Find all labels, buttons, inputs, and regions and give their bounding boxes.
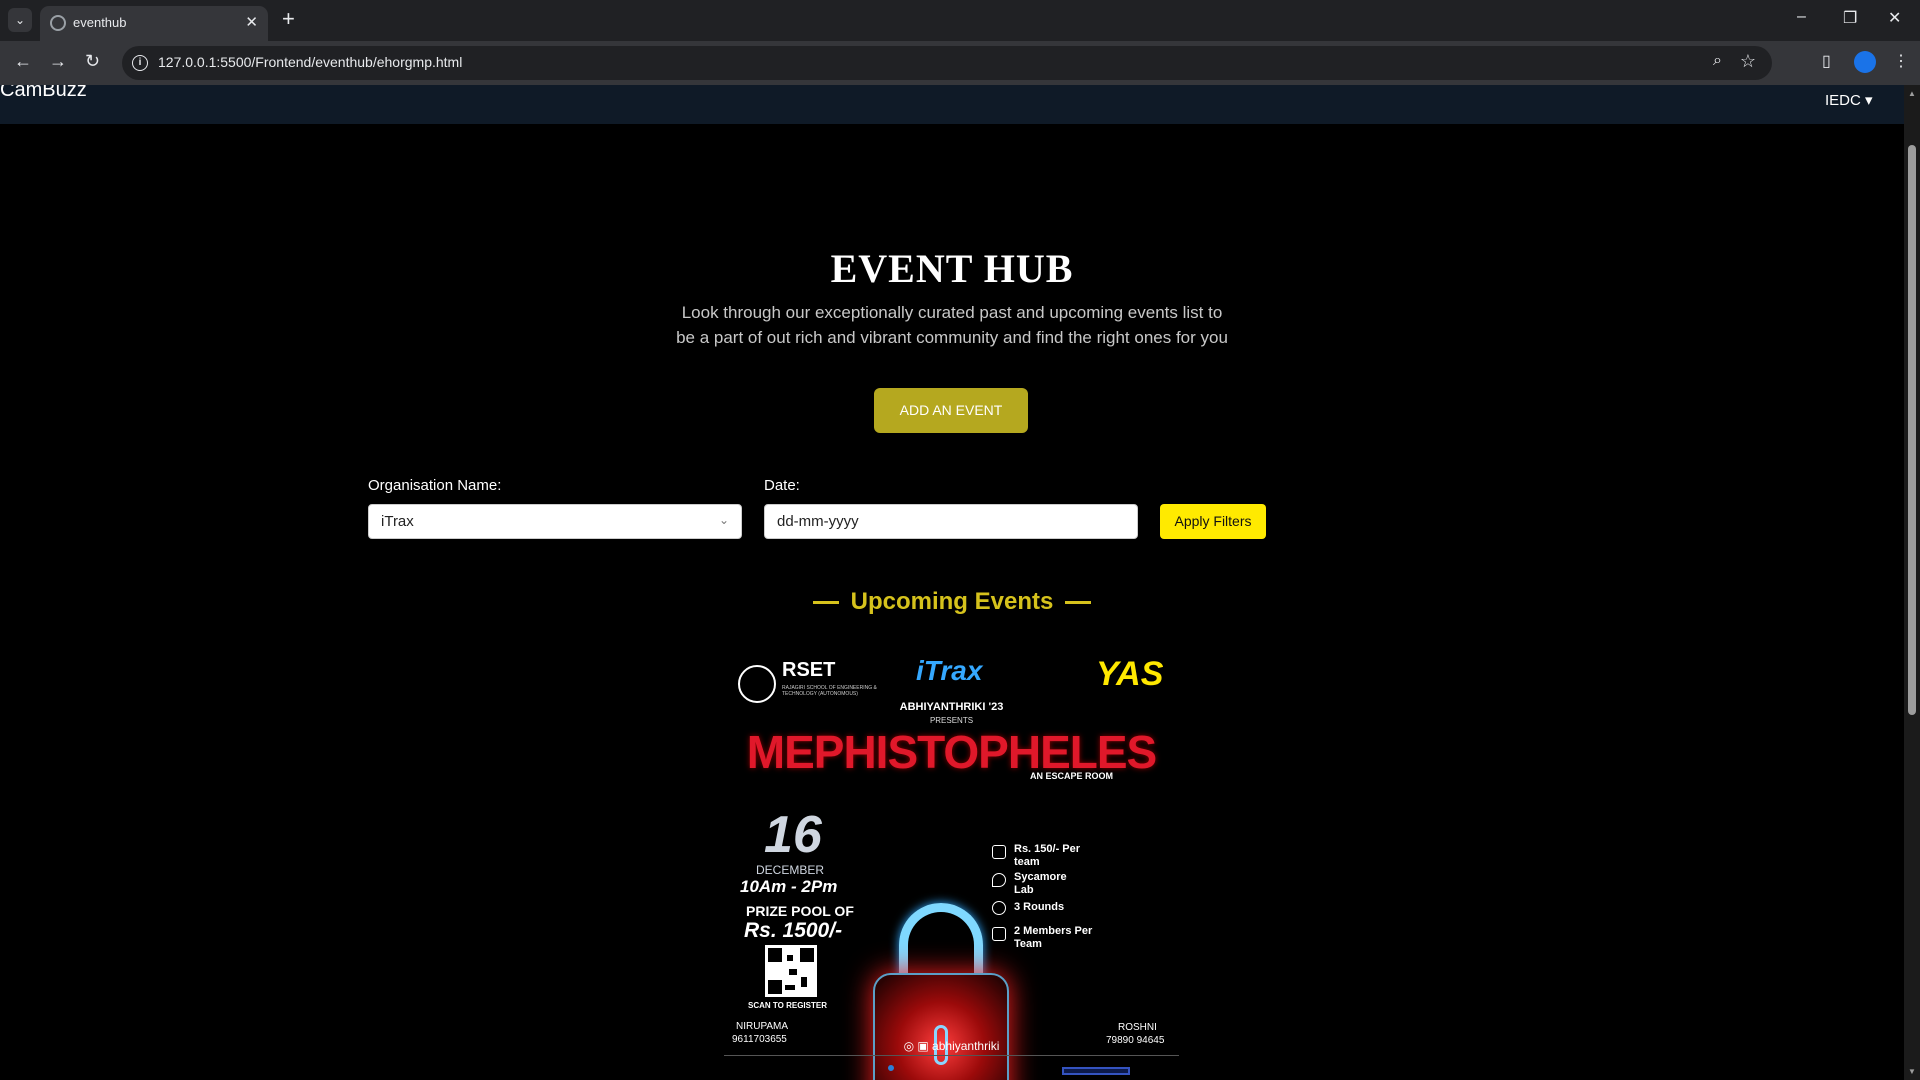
- site-navbar: CamBuzz IEDC ▾: [0, 85, 1904, 124]
- poster-prize-line2: Rs. 1500/-: [744, 919, 843, 942]
- poster-instagram-handle: abhiyanthriki: [932, 1039, 1000, 1053]
- heading-dash-left: [812, 601, 839, 605]
- close-icon[interactable]: ✕: [245, 13, 258, 31]
- poster-instagram: ◎ ▣ abhiyanthriki: [903, 1039, 1000, 1053]
- rset-seal-icon: [738, 665, 776, 703]
- date-input-placeholder: dd-mm-yyyy: [777, 513, 859, 530]
- qr-code-icon: [765, 945, 817, 997]
- star-icon[interactable]: ☆: [1740, 51, 1756, 72]
- poster-scan: SCAN TO REGISTER: [748, 1001, 827, 1010]
- url-text[interactable]: 127.0.0.1:5500/Frontend/eventhub/ehorgmp…: [158, 54, 462, 70]
- scroll-down-icon[interactable]: ▼: [1908, 1067, 1916, 1076]
- upcoming-events-title: Upcoming Events: [850, 588, 1054, 615]
- zoom-icon[interactable]: ⌕: [1713, 52, 1722, 70]
- poster-month: DECEMBER: [756, 863, 825, 877]
- info-icon[interactable]: i: [132, 55, 148, 71]
- upcoming-events-heading: Upcoming Events: [0, 588, 1904, 616]
- reload-icon[interactable]: ↻: [85, 51, 100, 72]
- ticket-icon: [992, 845, 1006, 859]
- poster-subtitle: AN ESCAPE ROOM: [1030, 771, 1114, 781]
- tab-list-icon[interactable]: ⌄: [8, 8, 32, 32]
- location-icon: [992, 873, 1006, 887]
- poster-members: 2 Members Per Team: [1014, 925, 1093, 950]
- page-title: EVENT HUB: [830, 246, 1074, 291]
- poster-rset: RSET: [782, 659, 836, 681]
- new-tab-icon[interactable]: +: [282, 8, 295, 30]
- poster-rset-sub: RAJAGIRI SCHOOL OF ENGINEERING & TECHNOL…: [782, 685, 877, 697]
- extension-icon[interactable]: [1854, 51, 1876, 73]
- restore-icon[interactable]: ❐: [1843, 8, 1857, 28]
- event-poster[interactable]: RSET RAJAGIRI SCHOOL OF ENGINEERING & TE…: [724, 655, 1179, 1080]
- date-filter-label: Date:: [764, 477, 800, 494]
- chevron-down-icon: ⌄: [718, 513, 729, 527]
- poster-day: 16: [764, 806, 822, 864]
- poster-venue: Sycamore Lab: [1014, 871, 1067, 896]
- org-dropdown[interactable]: IEDC ▾: [1825, 91, 1873, 109]
- poster-fee: Rs. 150/- Per team: [1014, 843, 1081, 868]
- scroll-thumb[interactable]: [1908, 145, 1916, 715]
- add-event-button[interactable]: ADD AN EVENT: [874, 388, 1028, 433]
- poster-rounds: 3 Rounds: [1014, 901, 1065, 913]
- page-subtitle: Look through our exceptionally curated p…: [676, 303, 1228, 347]
- poster-divider: [724, 1055, 1179, 1056]
- forward-icon[interactable]: →: [49, 51, 67, 72]
- poster-dot: [888, 1065, 894, 1071]
- browser-tab-bar: ⌄ eventhub ✕ + – ❐ ✕: [0, 0, 1920, 41]
- heading-dash-right: [1065, 601, 1092, 605]
- poster-yas-logo: YAS: [1096, 655, 1164, 693]
- menu-icon[interactable]: ⋮: [1893, 51, 1909, 71]
- poster-presents: PRESENTS: [929, 716, 974, 725]
- poster-itrax-logo: iTrax: [916, 655, 983, 686]
- poster-abhiyanthriki: ABHIYANTHRIKI '23: [899, 701, 1004, 713]
- poster-time: 10Am - 2Pm: [740, 877, 838, 896]
- org-select-value: iTrax: [381, 513, 414, 530]
- close-window-icon[interactable]: ✕: [1888, 8, 1901, 28]
- back-icon[interactable]: ←: [14, 51, 32, 72]
- members-icon: [992, 927, 1006, 941]
- minimize-icon[interactable]: –: [1797, 8, 1806, 26]
- scroll-up-icon[interactable]: ▲: [1908, 89, 1916, 98]
- address-bar[interactable]: i 127.0.0.1:5500/Frontend/eventhub/ehorg…: [122, 46, 1772, 80]
- browser-tab[interactable]: eventhub ✕: [40, 6, 268, 41]
- apply-filters-button[interactable]: Apply Filters: [1160, 504, 1266, 539]
- scrollbar[interactable]: ▲ ▼: [1904, 85, 1920, 1080]
- poster-next-card: [1062, 1067, 1130, 1075]
- poster-contact1-name: NIRUPAMA: [736, 1021, 789, 1032]
- org-select[interactable]: iTrax ⌄: [368, 504, 742, 539]
- tab-title: eventhub: [73, 15, 127, 30]
- favicon-icon: [50, 15, 66, 31]
- page-viewport: CamBuzz IEDC ▾ EVENT HUB Look through ou…: [0, 85, 1904, 1080]
- side-panel-icon[interactable]: ▯: [1822, 51, 1831, 71]
- poster-contact2-name: ROSHNI: [1118, 1022, 1157, 1033]
- brand-logo[interactable]: CamBuzz: [0, 85, 87, 102]
- poster-prize-line1: PRIZE POOL OF: [746, 903, 854, 919]
- browser-toolbar: ← → ↻ i 127.0.0.1:5500/Frontend/eventhub…: [0, 41, 1920, 85]
- org-filter-label: Organisation Name:: [368, 477, 502, 494]
- date-input[interactable]: dd-mm-yyyy: [764, 504, 1138, 539]
- runner-icon: [992, 901, 1006, 915]
